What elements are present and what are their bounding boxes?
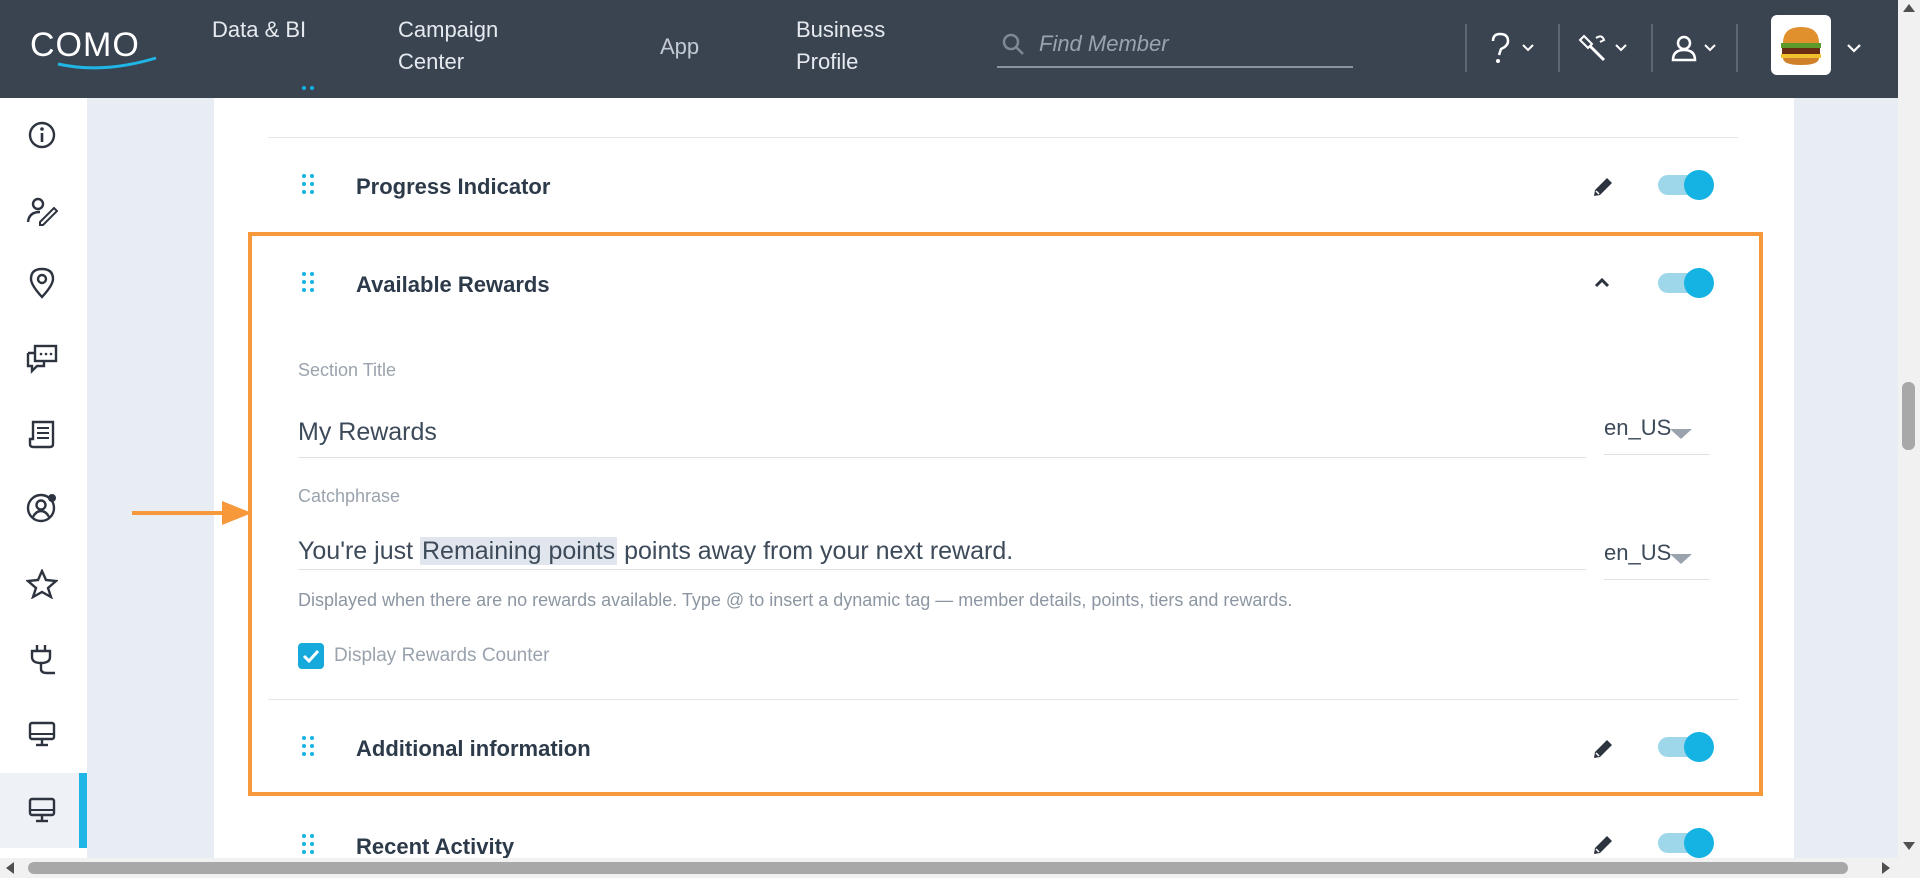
topbar-divider (1558, 24, 1560, 72)
receipt-icon[interactable] (24, 416, 60, 452)
drag-handle-icon[interactable] (300, 172, 316, 200)
chat-icon[interactable] (24, 341, 60, 377)
find-member-search[interactable] (997, 22, 1353, 68)
burger-logo-icon (1781, 27, 1821, 65)
logo-text: COMO (30, 26, 140, 64)
top-navigation-bar: COMO Data & BI Campaign Center App Busin… (0, 0, 1898, 98)
info-icon[interactable] (24, 117, 60, 153)
sidebar-active-indicator (79, 773, 87, 848)
business-avatar[interactable] (1771, 15, 1831, 75)
member-edit-icon[interactable] (24, 193, 60, 229)
tools-icon (1578, 34, 1606, 62)
help-icon (1491, 32, 1510, 63)
user-icon (1671, 35, 1697, 62)
find-member-input[interactable] (1039, 31, 1339, 57)
nav-data-bi[interactable]: Data & BI (212, 14, 312, 46)
scroll-up-arrow[interactable] (1903, 4, 1915, 12)
chevron-down-icon (1522, 44, 1534, 52)
annotation-arrow (130, 498, 254, 528)
user-settings-icon[interactable] (24, 490, 60, 526)
topbar-divider (1651, 24, 1653, 72)
nav-campaign-center[interactable]: Campaign Center (398, 14, 538, 78)
drag-handle-icon[interactable] (300, 832, 316, 860)
plug-icon[interactable] (24, 641, 60, 677)
scroll-down-arrow[interactable] (1903, 842, 1915, 850)
chevron-down-icon (1847, 44, 1861, 53)
progress-indicator-title: Progress Indicator (356, 174, 551, 199)
chevron-down-icon (1615, 44, 1627, 52)
search-icon (1002, 33, 1024, 55)
nav-business-profile[interactable]: Business Profile (796, 14, 916, 78)
scroll-right-arrow[interactable] (1882, 862, 1890, 874)
location-icon[interactable] (24, 265, 60, 301)
recent-activity-toggle[interactable] (1656, 826, 1716, 860)
vertical-scroll-thumb[interactable] (1902, 382, 1915, 450)
user-menu[interactable] (1671, 30, 1717, 66)
star-icon[interactable] (24, 566, 60, 602)
drag-handle-icon[interactable] (300, 82, 316, 96)
nav-app[interactable]: App (660, 31, 699, 63)
row-divider (268, 137, 1738, 138)
edit-pencil-icon[interactable] (1590, 174, 1616, 200)
progress-indicator-toggle[interactable] (1656, 168, 1716, 202)
account-dropdown[interactable] (1846, 30, 1862, 66)
scroll-left-arrow[interactable] (6, 862, 14, 874)
display-icon-active[interactable] (24, 792, 60, 828)
como-logo[interactable]: COMO (28, 22, 168, 72)
horizontal-scroll-thumb[interactable] (28, 862, 1848, 874)
recent-activity-title: Recent Activity (356, 834, 515, 859)
chevron-down-icon (1704, 44, 1716, 52)
tools-menu[interactable] (1578, 30, 1628, 66)
edit-pencil-icon[interactable] (1590, 832, 1616, 858)
highlight-box (248, 232, 1763, 796)
display-icon[interactable] (24, 716, 60, 752)
topbar-divider (1736, 24, 1738, 72)
help-menu[interactable] (1485, 30, 1535, 66)
topbar-divider (1465, 24, 1467, 72)
